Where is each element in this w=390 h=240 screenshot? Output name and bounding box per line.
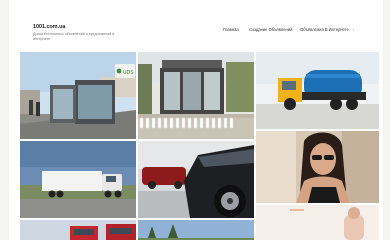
suv-car-photo bbox=[138, 141, 254, 218]
woman-sunglasses-photo bbox=[256, 131, 379, 203]
tile-bright-room[interactable] bbox=[256, 205, 379, 240]
retail-kiosk-photo bbox=[138, 52, 254, 139]
nav-more-chevron-icon[interactable]: › bbox=[353, 27, 354, 32]
page-sheet: 1001.com.ua Доска бесплатных объявлений … bbox=[9, 0, 383, 240]
tile-retail-kiosk[interactable] bbox=[138, 52, 254, 139]
bright-room-photo bbox=[256, 205, 379, 240]
tile-vacuum-truck[interactable] bbox=[256, 52, 379, 129]
nav-item-create-ads[interactable]: Создание Объявлений bbox=[249, 27, 292, 32]
site-tagline: Доска бесплатных объявлений и предложени… bbox=[33, 32, 115, 41]
vacuum-truck-photo bbox=[256, 52, 379, 129]
tile-woman-sunglasses[interactable] bbox=[256, 131, 379, 203]
semi-truck-photo bbox=[20, 141, 136, 218]
tile-semi-truck[interactable] bbox=[20, 141, 136, 218]
site-title[interactable]: 1001.com.ua bbox=[33, 24, 131, 30]
site-branding: 1001.com.ua Доска бесплатных объявлений … bbox=[33, 24, 131, 41]
tile-red-trucks[interactable] bbox=[20, 220, 136, 240]
nav-item-home[interactable]: Главная bbox=[223, 27, 239, 32]
red-trucks-photo bbox=[20, 220, 136, 240]
sky-landscape-photo bbox=[138, 220, 254, 240]
kiosk-sign-text: UDS bbox=[123, 70, 134, 76]
nav-item-online-ads[interactable]: Объявления В Интернете bbox=[300, 27, 349, 32]
tile-bus-stop-kiosk[interactable]: UDS bbox=[20, 52, 136, 139]
tile-sky-landscape[interactable] bbox=[138, 220, 254, 240]
bus-stop-kiosk-photo: UDS bbox=[20, 52, 136, 139]
tile-suv-car[interactable] bbox=[138, 141, 254, 218]
